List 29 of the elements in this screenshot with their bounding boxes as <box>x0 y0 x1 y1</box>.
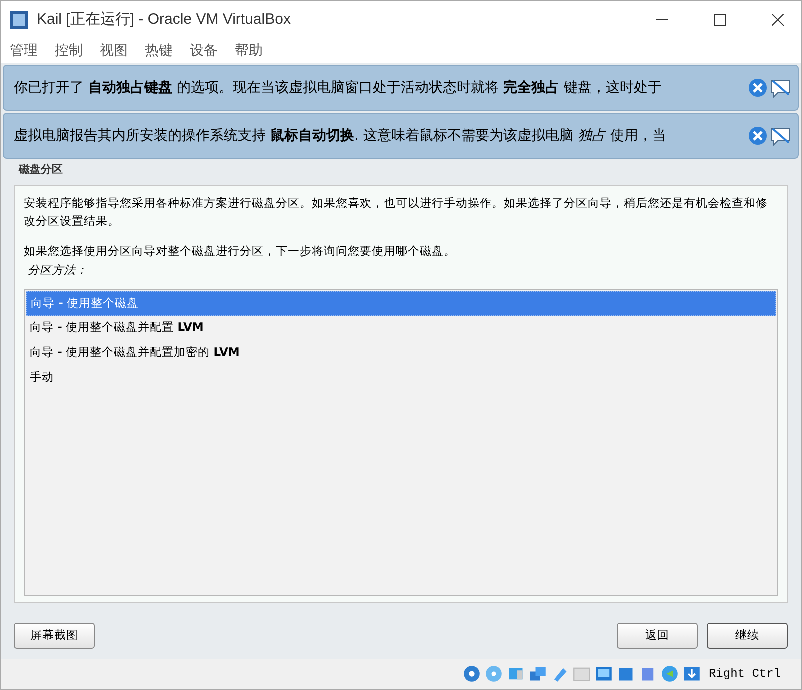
list-item[interactable]: 向导 - 使用整个磁盘并配置加密的 LVM <box>26 341 776 366</box>
list-item[interactable]: 向导 - 使用整个磁盘并配置 LVM <box>26 316 776 341</box>
disk-icon[interactable] <box>462 665 481 683</box>
list-item[interactable]: 向导 - 使用整个磁盘 <box>26 291 776 316</box>
notification-text: 你已打开了 自动独占键盘 的选项。现在当该虚拟电脑窗口处于活动状态时就将 完全独占 键盘，这时处于 <box>14 78 663 98</box>
screenshot-button[interactable]: 屏幕截图 <box>14 623 95 649</box>
description-text: 安装程序能够指导您采用各种标准方案进行磁盘分区。如果您喜欢，也可以进行手动操作。如果选择了分区向导，稍后您还是有机会检查和修改分区设置结果。 <box>24 195 769 230</box>
message-icon[interactable] <box>770 126 792 146</box>
close-icon[interactable] <box>772 14 784 26</box>
maximize-icon[interactable] <box>714 14 726 26</box>
menu-item[interactable]: 热键 <box>145 40 173 62</box>
list-item[interactable]: 手动 <box>26 366 776 391</box>
menu-item[interactable]: 设备 <box>190 40 218 62</box>
back-button[interactable]: 返回 <box>617 623 698 649</box>
app-logo-icon <box>9 10 29 30</box>
description-text: 如果您选择使用分区向导对整个磁盘进行分区，下一步将询问您要使用哪个磁盘。 <box>24 243 457 260</box>
section-title: 磁盘分区 <box>19 162 63 178</box>
continue-button[interactable]: 继续 <box>707 623 788 649</box>
window-title: Kail [正在运行] - Oracle VM VirtualBox <box>37 10 291 30</box>
host-key-label: Right Ctrl <box>708 666 781 683</box>
monitor-icon[interactable] <box>594 665 613 683</box>
message-icon[interactable] <box>770 78 792 98</box>
optical-disc-icon[interactable] <box>484 665 503 683</box>
notification-text: 虚拟电脑报告其内所安装的操作系统支持 鼠标自动切换. 这意味着鼠标不需要为该虚拟电脑 独占 使用，当 <box>14 126 668 146</box>
menu-item[interactable]: 控制 <box>55 40 83 62</box>
menu-item[interactable]: 管理 <box>10 40 38 62</box>
list-label: 分区方法： <box>27 262 89 279</box>
menu-item[interactable]: 视图 <box>100 40 128 62</box>
menu-item[interactable]: 帮助 <box>235 40 263 62</box>
